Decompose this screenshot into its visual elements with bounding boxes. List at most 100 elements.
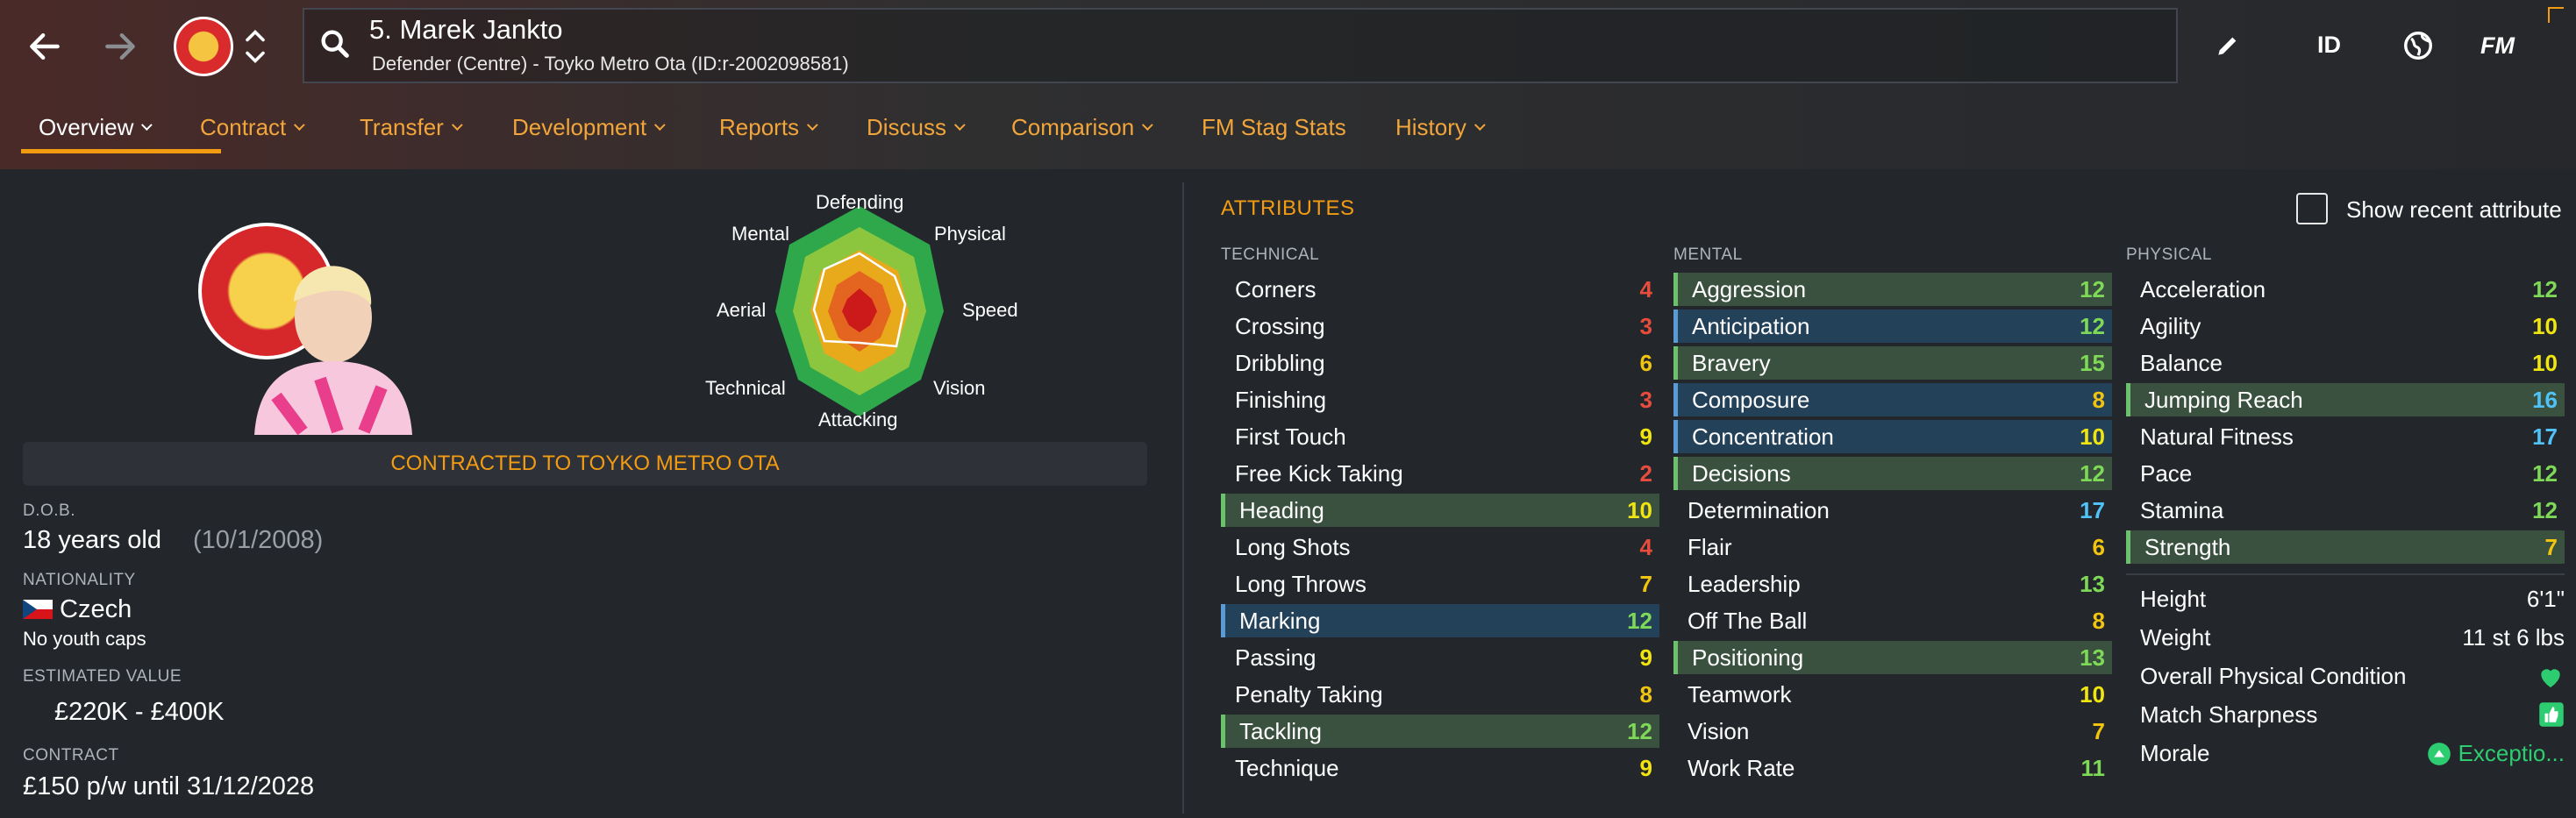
attr-name: Bravery — [1692, 349, 1771, 376]
attr-value: 10 — [1627, 496, 1652, 523]
attr-value: 12 — [2532, 459, 2558, 487]
attr-row[interactable]: Acceleration 12 — [2126, 273, 2565, 306]
attr-name: Agility — [2140, 312, 2201, 339]
player-portrait — [250, 256, 417, 436]
attr-row[interactable]: Pace 12 — [2126, 457, 2565, 490]
attr-row[interactable]: Work Rate 11 — [1673, 751, 2112, 785]
player-name: 5. Marek Jankto — [369, 14, 563, 45]
attr-row[interactable]: Concentration 10 — [1673, 420, 2112, 453]
attr-row[interactable]: Strength 7 — [2126, 530, 2565, 564]
attr-row[interactable]: Natural Fitness 17 — [2126, 420, 2565, 453]
attr-name: Composure — [1692, 386, 1810, 413]
condition-row: Overall Physical Condition — [2140, 663, 2565, 691]
tab-overview[interactable]: Overview — [39, 114, 153, 141]
attr-row[interactable]: Free Kick Taking 2 — [1221, 457, 1659, 490]
club-badge[interactable] — [174, 17, 233, 76]
contract-value: £150 p/w until 31/12/2028 — [23, 772, 315, 800]
id-button[interactable]: ID — [2317, 32, 2341, 59]
attr-row[interactable]: Tackling 12 — [1221, 715, 1659, 748]
attr-row[interactable]: Finishing 3 — [1221, 383, 1659, 416]
attr-row[interactable]: Long Shots 4 — [1221, 530, 1659, 564]
attr-name: Passing — [1235, 644, 1317, 671]
attr-row[interactable]: Passing 9 — [1221, 641, 1659, 674]
attr-row[interactable]: Teamwork 10 — [1673, 678, 2112, 711]
attr-row[interactable]: Crossing 3 — [1221, 309, 1659, 343]
tab-discuss[interactable]: Discuss — [867, 114, 966, 141]
attr-row[interactable]: Balance 10 — [2126, 346, 2565, 380]
show-recent-checkbox[interactable] — [2296, 193, 2328, 224]
tab-label: Discuss — [867, 114, 947, 140]
attr-row[interactable]: Corners 4 — [1221, 273, 1659, 306]
sharpness-label: Match Sharpness — [2140, 701, 2318, 728]
condition-label: Overall Physical Condition — [2140, 663, 2407, 689]
search-icon[interactable] — [318, 26, 353, 61]
attr-name: Long Throws — [1235, 570, 1366, 597]
attr-name: Tackling — [1239, 717, 1322, 744]
nationality-value[interactable]: Czech — [60, 595, 132, 624]
attr-value: 8 — [2092, 386, 2105, 413]
tab-transfer[interactable]: Transfer — [360, 114, 463, 141]
contract-banner[interactable]: CONTRACTED TO TOYKO METRO OTA — [23, 442, 1147, 486]
globe-icon[interactable] — [2401, 29, 2435, 62]
tab-history[interactable]: History — [1395, 114, 1486, 141]
back-button[interactable] — [23, 25, 67, 68]
attr-value: 7 — [1639, 570, 1652, 597]
edit-icon[interactable] — [2214, 32, 2242, 60]
sharpness-row: Match Sharpness — [2140, 701, 2565, 729]
attr-row[interactable]: Vision 7 — [1673, 715, 2112, 748]
attr-row[interactable]: Flair 6 — [1673, 530, 2112, 564]
attr-row[interactable]: Anticipation 12 — [1673, 309, 2112, 343]
attr-value: 8 — [1639, 680, 1652, 708]
attr-name: Marking — [1239, 607, 1321, 634]
attr-value: 9 — [1639, 423, 1652, 450]
attr-row[interactable]: Determination 17 — [1673, 494, 2112, 527]
tab-reports[interactable]: Reports — [719, 114, 818, 141]
forward-button[interactable] — [98, 25, 142, 68]
attr-row[interactable]: Composure 8 — [1673, 383, 2112, 416]
attr-name: Crossing — [1235, 312, 1325, 339]
radar-label-speed: Speed — [962, 299, 1018, 321]
show-recent-label[interactable]: Show recent attribute — [2346, 196, 2562, 224]
attr-value: 4 — [1639, 275, 1652, 302]
attr-row[interactable]: Penalty Taking 8 — [1221, 678, 1659, 711]
player-switch-control[interactable] — [242, 26, 268, 67]
attr-name: First Touch — [1235, 423, 1346, 450]
tab-comparison[interactable]: Comparison — [1011, 114, 1153, 141]
attr-row[interactable]: Stamina 12 — [2126, 494, 2565, 527]
attr-row[interactable]: Technique 9 — [1221, 751, 1659, 785]
attr-row[interactable]: First Touch 9 — [1221, 420, 1659, 453]
attr-row[interactable]: Long Throws 7 — [1221, 567, 1659, 601]
attr-row[interactable]: Dribbling 6 — [1221, 346, 1659, 380]
attr-name: Leadership — [1688, 570, 1801, 597]
attr-row[interactable]: Jumping Reach 16 — [2126, 383, 2565, 416]
fm-button[interactable]: FM — [2480, 32, 2515, 60]
attr-name: Long Shots — [1235, 533, 1351, 560]
attr-row[interactable]: Marking 12 — [1221, 604, 1659, 637]
technical-header: TECHNICAL — [1221, 245, 1320, 264]
player-subtitle: Defender (Centre) - Toyko Metro Ota (ID:… — [372, 53, 849, 75]
attr-row[interactable]: Agility 10 — [2126, 309, 2565, 343]
weight-value: 11 st 6 lbs — [2462, 624, 2565, 651]
attr-name: Positioning — [1692, 644, 1804, 671]
attr-value: 17 — [2532, 423, 2558, 450]
attr-value: 13 — [2080, 644, 2105, 671]
contract-label: CONTRACT — [23, 746, 119, 765]
attr-row[interactable]: Aggression 12 — [1673, 273, 2112, 306]
tab-fm-stag-stats[interactable]: FM Stag Stats — [1202, 114, 1346, 141]
attr-row[interactable]: Off The Ball 8 — [1673, 604, 2112, 637]
attr-row[interactable]: Leadership 13 — [1673, 567, 2112, 601]
height-value: 6'1" — [2526, 586, 2565, 612]
attr-name: Pace — [2140, 459, 2193, 487]
tab-contract[interactable]: Contract — [200, 114, 305, 141]
attr-row[interactable]: Decisions 12 — [1673, 457, 2112, 490]
attr-value: 12 — [1627, 717, 1652, 744]
dob-value: (10/1/2008) — [193, 526, 324, 554]
arrow-left-icon — [30, 32, 60, 60]
attr-row[interactable]: Heading 10 — [1221, 494, 1659, 527]
attr-row[interactable]: Bravery 15 — [1673, 346, 2112, 380]
radar-label-aerial: Aerial — [717, 299, 767, 321]
tab-development[interactable]: Development — [512, 114, 666, 141]
estimated-value: £220K - £400K — [54, 698, 225, 726]
attr-value: 3 — [1639, 386, 1652, 413]
attr-row[interactable]: Positioning 13 — [1673, 641, 2112, 674]
